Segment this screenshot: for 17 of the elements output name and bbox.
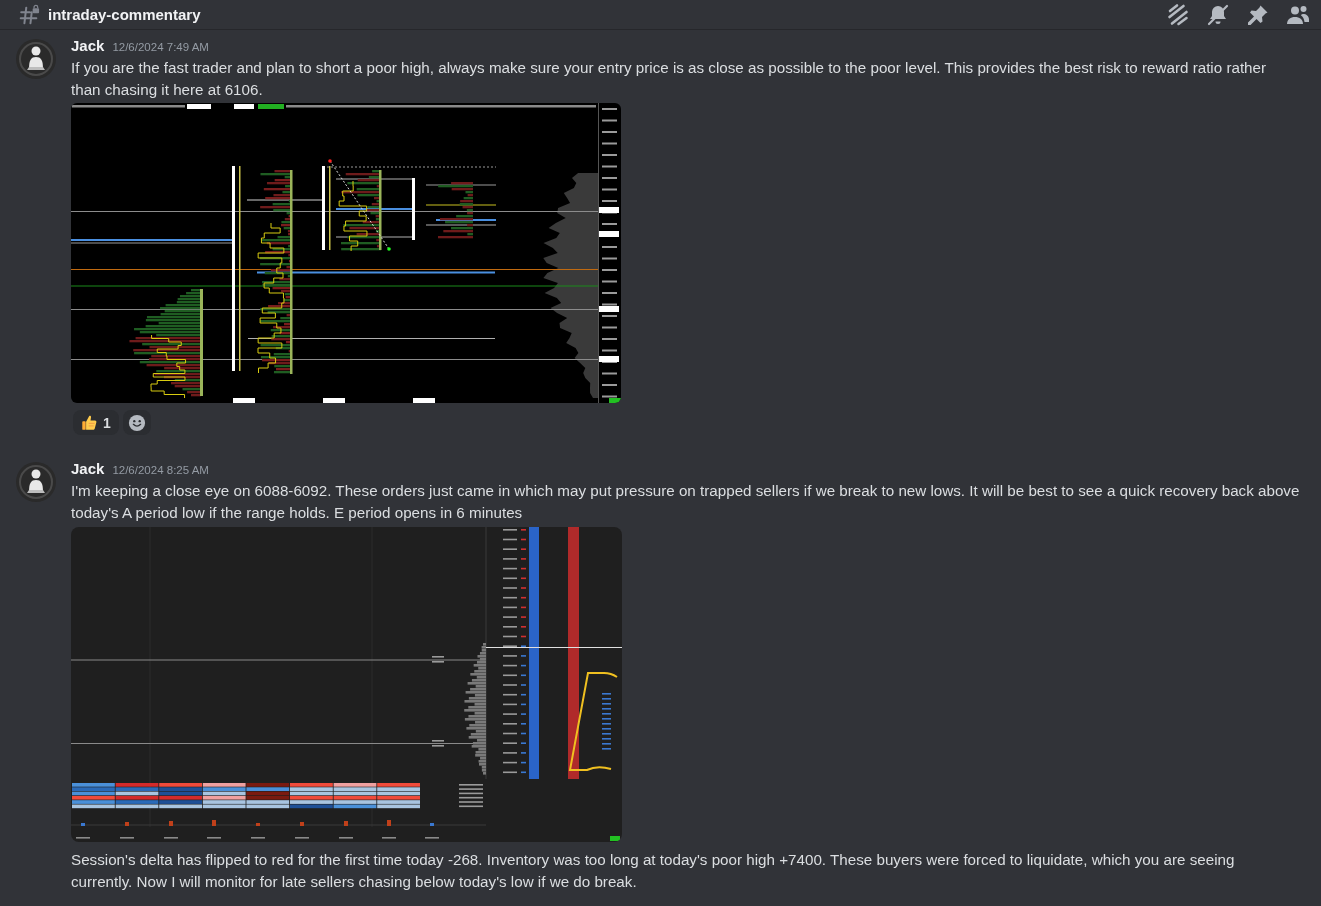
user-avatar[interactable]	[16, 39, 56, 79]
add-reaction-button[interactable]	[122, 410, 151, 435]
author-name[interactable]: Jack	[71, 35, 105, 57]
message-timestamp: 12/6/2024 8:25 AM	[112, 463, 209, 478]
user-avatar[interactable]	[16, 462, 56, 502]
message-text: I'm keeping a close eye on 6088-6092. These orders just came in which may put pressure on trapped sellers if we break to new lows. It will be best to see a quick recovery back above today's A period low if the range holds. E period opens in 6 minutes	[71, 481, 1300, 523]
reaction-button[interactable]: 1	[73, 410, 119, 435]
smiley-icon	[127, 413, 146, 432]
bell-slash-icon[interactable]	[1206, 2, 1230, 27]
message-timestamp: 12/6/2024 7:49 AM	[112, 40, 209, 55]
threads-icon[interactable]	[1166, 2, 1190, 27]
message-text: Session's delta has flipped to red for the first time today -268. Inventory was too long at today's poor high +7400. These buyers were forced to liquidate, which you are seeing currently. Now I will monitor for late sellers chasing below today's low if we do break.	[71, 850, 1236, 892]
channel-hash-icon	[18, 3, 40, 26]
thumbs-up-icon	[81, 414, 98, 431]
message-text: If you are the fast trader and plan to short a poor high, always make sure your entry price is as close as possible to the poor level. This provides the best risk to reward ratio rather than chasing it here at 6106.	[71, 58, 1268, 100]
channel-name: intraday-commentary	[48, 4, 201, 25]
author-name[interactable]: Jack	[71, 458, 105, 480]
